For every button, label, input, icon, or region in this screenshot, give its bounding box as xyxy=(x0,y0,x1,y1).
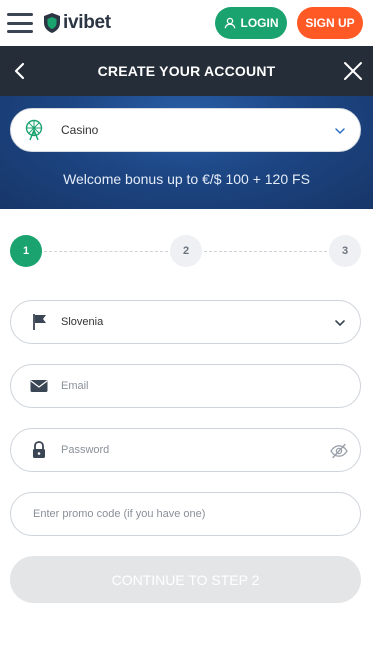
password-field[interactable]: Password xyxy=(10,428,361,472)
page-title: CREATE YOUR ACCOUNT xyxy=(97,63,276,79)
country-select[interactable]: Slovenia xyxy=(10,300,361,344)
shield-logo-icon xyxy=(44,13,60,33)
top-bar: ivibet LOGIN SIGN UP xyxy=(0,0,373,46)
step-3: 3 xyxy=(329,235,361,267)
lock-icon xyxy=(33,441,45,458)
signup-label: SIGN UP xyxy=(305,16,355,30)
country-value: Slovenia xyxy=(61,316,104,328)
login-button[interactable]: LOGIN xyxy=(215,7,287,39)
chevron-down-icon xyxy=(335,128,345,135)
chevron-down-icon xyxy=(335,320,345,327)
flag-icon xyxy=(33,314,46,330)
step-connector xyxy=(204,251,327,252)
back-arrow-icon[interactable] xyxy=(10,61,30,81)
login-label: LOGIN xyxy=(240,16,279,30)
password-placeholder: Password xyxy=(61,444,110,456)
step-indicator: 1 2 3 xyxy=(0,235,373,269)
email-field[interactable]: Email xyxy=(10,364,361,408)
step-connector xyxy=(44,251,168,252)
continue-label: CONTINUE TO STEP 2 xyxy=(111,571,260,588)
logo-text: ivibet xyxy=(63,12,111,33)
menu-icon[interactable] xyxy=(7,13,33,33)
signup-button[interactable]: SIGN UP xyxy=(297,7,363,39)
close-icon[interactable] xyxy=(342,60,364,82)
step-2: 2 xyxy=(170,235,202,267)
eye-hidden-icon[interactable] xyxy=(330,443,348,459)
bonus-banner: Casino Welcome bonus up to €/$ 100 + 120… xyxy=(0,96,373,209)
step-1: 1 xyxy=(10,235,42,267)
logo[interactable]: ivibet xyxy=(42,11,111,35)
ferris-wheel-icon xyxy=(25,119,43,141)
promo-code-field[interactable]: Enter promo code (if you have one) xyxy=(10,492,361,536)
user-icon xyxy=(224,17,235,29)
envelope-icon xyxy=(30,380,48,392)
email-placeholder: Email xyxy=(61,380,89,392)
product-select[interactable]: Casino xyxy=(10,108,361,152)
continue-button[interactable]: CONTINUE TO STEP 2 xyxy=(10,556,361,603)
bonus-text: Welcome bonus up to €/$ 100 + 120 FS xyxy=(63,171,310,187)
promo-code-placeholder: Enter promo code (if you have one) xyxy=(33,508,206,520)
product-select-value: Casino xyxy=(61,123,99,137)
modal-header: CREATE YOUR ACCOUNT xyxy=(0,46,373,96)
